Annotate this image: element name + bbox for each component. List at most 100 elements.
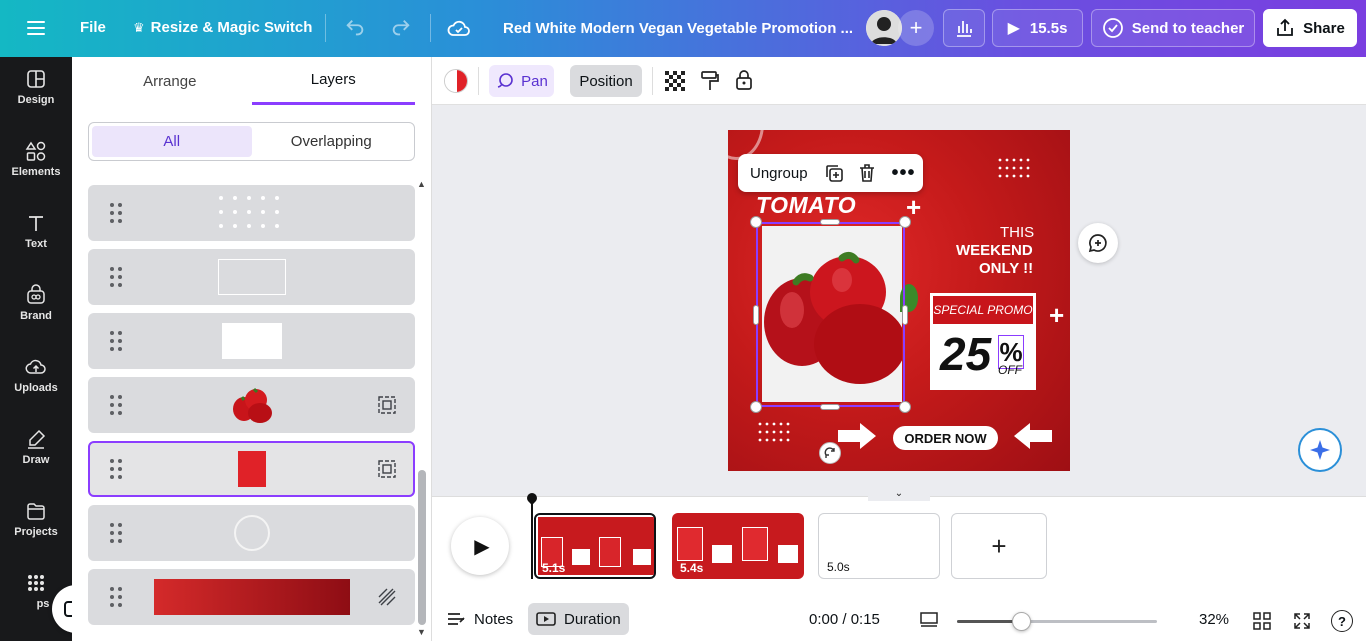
layer-item[interactable] (88, 377, 415, 433)
drag-handle-icon[interactable] (110, 331, 124, 353)
scroll-down-icon[interactable]: ▼ (417, 627, 426, 637)
scroll-up-icon[interactable]: ▲ (417, 179, 426, 189)
layer-item[interactable] (88, 313, 415, 369)
grid-view-icon[interactable] (1253, 612, 1271, 630)
help-button[interactable]: ? (1331, 610, 1353, 632)
layer-item[interactable] (88, 249, 415, 305)
zoom-slider[interactable] (957, 612, 1157, 631)
tab-layers[interactable]: Layers (251, 57, 415, 105)
dots-pattern (758, 422, 790, 442)
drag-handle-icon[interactable] (110, 523, 124, 545)
sidebar-item-text[interactable]: Text (0, 201, 72, 261)
page-view-icon[interactable] (920, 611, 938, 629)
off-text: OFF (998, 363, 1022, 377)
avatar[interactable] (866, 10, 902, 46)
filter-overlapping[interactable]: Overlapping (252, 126, 412, 157)
paint-roller-icon[interactable] (700, 70, 720, 92)
resize-handle[interactable] (902, 305, 908, 325)
drag-handle-icon[interactable] (110, 459, 124, 481)
panel-tabs: Arrange Layers (88, 57, 415, 105)
resize-handle[interactable] (899, 216, 911, 228)
resize-handle[interactable] (820, 219, 840, 225)
image-frame-icon[interactable] (377, 395, 397, 415)
rotate-handle[interactable] (819, 442, 841, 464)
position-button[interactable]: Position (570, 65, 642, 97)
drag-handle-icon[interactable] (110, 203, 124, 225)
promo-box[interactable]: SPECIAL PROMO 25 % OFF (930, 293, 1036, 390)
sidebar-item-draw[interactable]: Draw (0, 417, 72, 477)
undo-icon[interactable] (344, 17, 366, 39)
duplicate-icon[interactable] (824, 163, 844, 183)
sidebar-item-projects[interactable]: Projects (0, 489, 72, 549)
playhead[interactable] (531, 497, 533, 579)
panel-scrollbar[interactable]: ▲ ▼ (416, 179, 428, 637)
resize-handle[interactable] (820, 404, 840, 410)
lock-icon[interactable] (735, 69, 753, 91)
thumbnail-promo (712, 545, 732, 563)
layer-item-selected[interactable] (88, 441, 415, 497)
resize-handle[interactable] (750, 216, 762, 228)
play-icon: ▶ (474, 535, 490, 558)
scrollbar-thumb[interactable] (418, 470, 426, 625)
resize-handle[interactable] (750, 401, 762, 413)
this-text[interactable]: THIS (1000, 224, 1034, 241)
filter-all[interactable]: All (92, 126, 252, 157)
zoom-slider-knob[interactable] (1012, 612, 1031, 631)
sidebar-item-uploads[interactable]: Uploads (0, 345, 72, 405)
share-button[interactable]: Share (1263, 9, 1357, 47)
insights-button[interactable] (943, 9, 985, 47)
file-menu[interactable]: File (80, 19, 106, 36)
drag-handle-icon[interactable] (110, 587, 124, 609)
timeline-page-1[interactable]: 5.1s (534, 513, 656, 579)
sidebar-item-design[interactable]: Design (0, 57, 72, 117)
resize-handle[interactable] (753, 305, 759, 325)
cloud-saved-icon[interactable] (447, 17, 471, 39)
play-preview-button[interactable]: ▶ (451, 517, 509, 575)
send-to-teacher-button[interactable]: Send to teacher (1091, 9, 1255, 47)
sidebar: Design Elements Text Brand Uploads Draw … (0, 57, 72, 641)
layers-panel: Arrange Layers All Overlapping ▲ ▼ (72, 57, 432, 641)
menu-icon[interactable] (24, 16, 48, 40)
trash-icon[interactable] (858, 163, 876, 183)
only-text[interactable]: ONLY !! (979, 260, 1033, 277)
timeline-page-2[interactable]: 5.4s (672, 513, 804, 579)
pan-animation-button[interactable]: Pan (489, 65, 554, 97)
timer-icon (536, 612, 556, 626)
image-frame-icon[interactable] (377, 459, 397, 479)
drag-handle-icon[interactable] (110, 395, 124, 417)
add-comment-icon (1088, 234, 1107, 253)
layer-item[interactable] (88, 569, 415, 625)
comment-button[interactable] (1078, 223, 1118, 263)
more-options-icon[interactable]: ••• (892, 162, 916, 185)
color-swatch[interactable] (444, 69, 468, 93)
notes-button[interactable]: Notes (446, 603, 513, 635)
play-button[interactable]: ▶ 15.5s (992, 9, 1083, 47)
duration-button[interactable]: Duration (528, 603, 629, 635)
transparency-icon[interactable] (665, 71, 685, 91)
resize-handle[interactable] (899, 401, 911, 413)
redo-icon[interactable] (390, 17, 412, 39)
tab-arrange[interactable]: Arrange (88, 57, 252, 105)
drag-handle-icon[interactable] (110, 267, 124, 289)
resize-button[interactable]: ♛ Resize & Magic Switch (133, 19, 312, 36)
order-now-button[interactable]: ORDER NOW (893, 426, 998, 450)
layer-item[interactable] (88, 185, 415, 241)
selection-box[interactable] (756, 222, 905, 407)
timeline-page-3[interactable]: 5.0s (818, 513, 940, 579)
plus-icon: + (909, 15, 923, 40)
background-pattern-icon[interactable] (377, 587, 397, 607)
collapse-timeline-button[interactable]: ⌄ (868, 485, 930, 501)
play-icon: ▶ (1007, 20, 1020, 37)
sidebar-item-elements[interactable]: Elements (0, 129, 72, 189)
heading-text[interactable]: TOMATO (756, 192, 856, 219)
fullscreen-icon[interactable] (1293, 612, 1311, 630)
add-page-button[interactable]: + (951, 513, 1047, 579)
ungroup-button[interactable]: Ungroup (750, 165, 808, 182)
weekend-text[interactable]: WEEKEND (956, 242, 1033, 259)
document-title[interactable]: Red White Modern Vegan Vegetable Promoti… (503, 20, 853, 37)
add-collaborator-button[interactable]: + (898, 10, 934, 46)
magic-assistant-button[interactable] (1298, 428, 1342, 472)
sidebar-item-brand[interactable]: Brand (0, 273, 72, 333)
layer-item[interactable] (88, 505, 415, 561)
zoom-percentage[interactable]: 32% (1199, 603, 1229, 635)
